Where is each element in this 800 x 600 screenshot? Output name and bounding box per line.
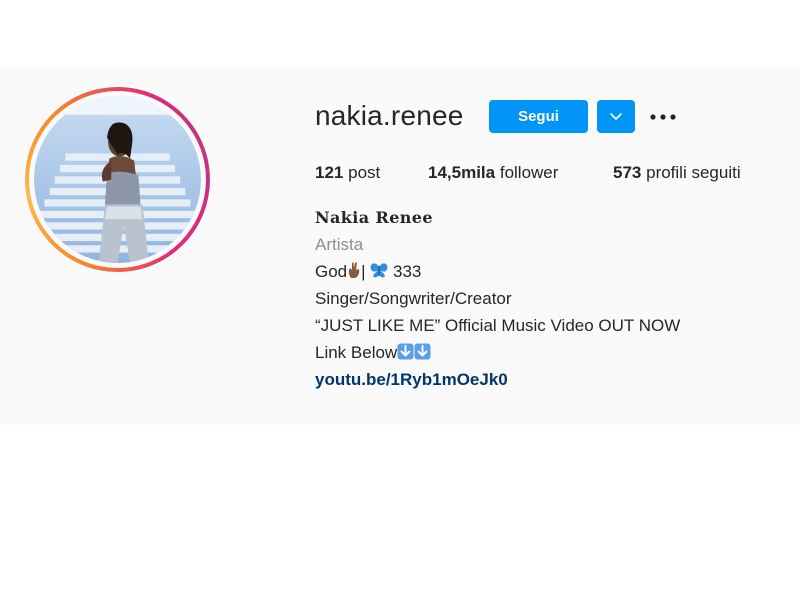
following-count-label: profili seguiti — [646, 163, 741, 182]
bio-line-3: “JUST LIKE ME” Official Music Video OUT … — [315, 316, 681, 335]
full-name: Nakia Renee — [315, 208, 433, 227]
crossed-fingers-icon — [347, 262, 361, 284]
username: nakia.renee — [315, 100, 464, 131]
followers-count-value: 14,5mila — [428, 163, 496, 182]
posts-count: 121 post — [315, 163, 380, 183]
down-arrow-icon — [414, 343, 431, 365]
more-options-button[interactable] — [648, 104, 678, 130]
followers-count[interactable]: 14,5mila follower — [428, 163, 558, 183]
posts-count-label: post — [348, 163, 381, 182]
bio-line-1-prefix: God — [315, 262, 348, 281]
down-arrow-icon — [397, 343, 414, 365]
suggestions-dropdown-button[interactable] — [597, 100, 635, 133]
bio-line-2: Singer/Songwriter/Creator — [315, 289, 512, 308]
more-horizontal-icon — [650, 114, 676, 120]
profile-photo — [34, 96, 201, 263]
category-label: Artista — [315, 235, 364, 254]
following-count[interactable]: 573 profili seguiti — [613, 163, 741, 183]
avatar[interactable] — [25, 87, 210, 272]
posts-count-value: 121 — [315, 163, 344, 182]
followers-count-label: follower — [499, 163, 559, 182]
follow-button[interactable]: Segui — [489, 100, 588, 133]
butterfly-icon — [370, 263, 388, 284]
bio-line-1: God | 333 — [315, 262, 421, 284]
bio-line-1-mid: | — [361, 262, 371, 281]
bio-line-1-suffix: 333 — [388, 262, 422, 281]
chevron-down-icon — [610, 112, 622, 120]
following-count-value: 573 — [613, 163, 642, 182]
bio-line-4-text: Link Below — [315, 343, 398, 362]
bio-external-link[interactable]: youtu.be/1Ryb1mOeJk0 — [315, 370, 508, 390]
bio-line-4: Link Below — [315, 343, 431, 365]
